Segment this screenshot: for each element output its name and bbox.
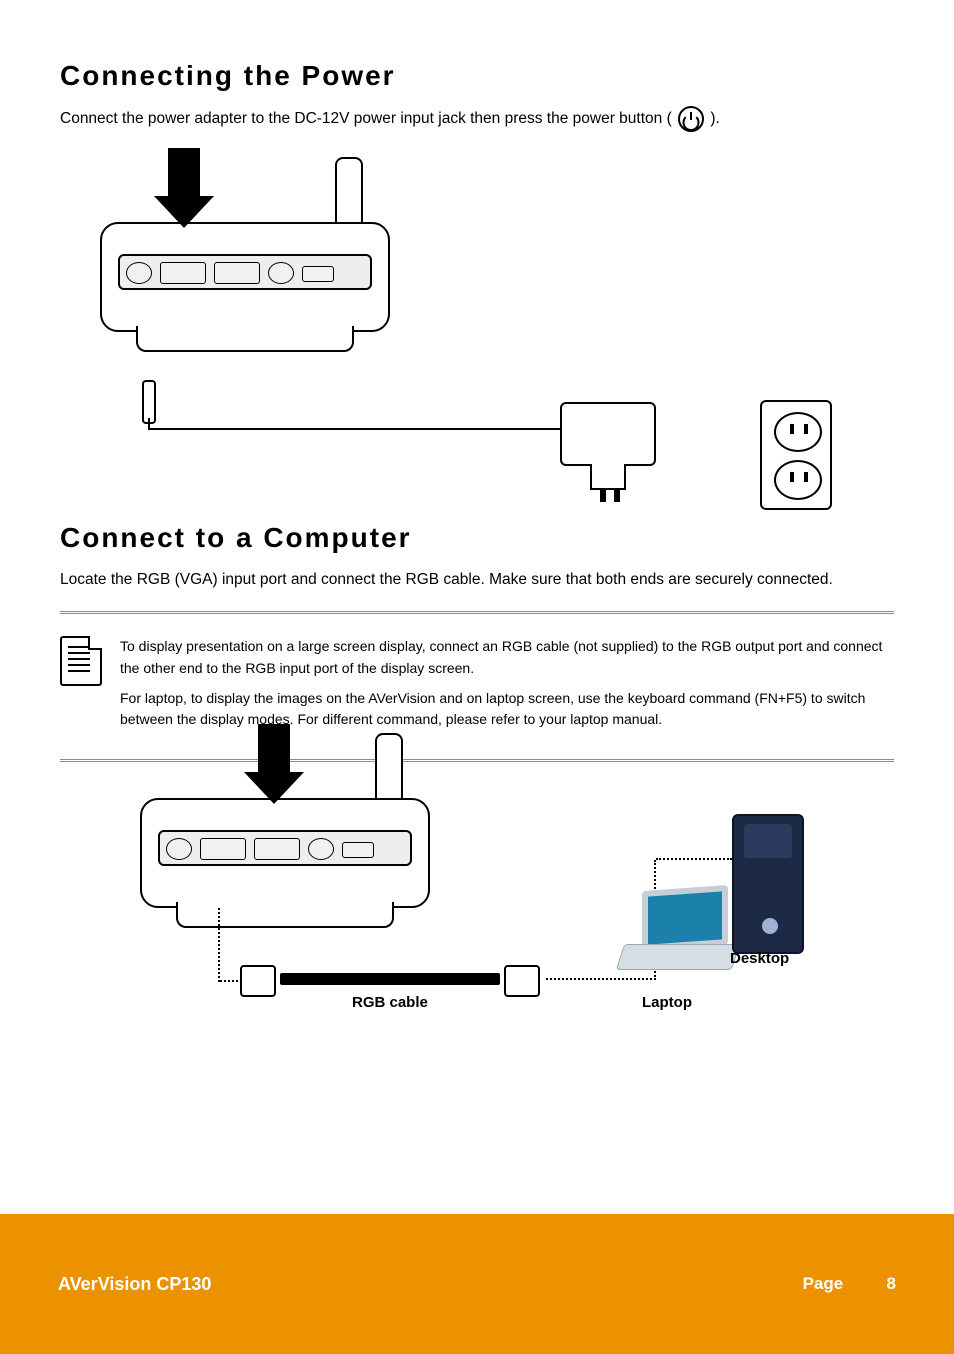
page-footer: AVerVision CP130 Page 8 [0, 1214, 954, 1354]
note-divider-bottom [60, 759, 894, 762]
footer-product-name: AVerVision CP130 [58, 1274, 803, 1295]
power-icon [678, 106, 704, 132]
power-instruction: Connect the power adapter to the DC-12V … [60, 106, 894, 132]
wall-outlet [760, 400, 832, 510]
note-page-icon [60, 636, 102, 686]
instr-text-before: Connect the power adapter to the DC-12V … [60, 110, 672, 127]
dotted-line-to-rgb-in [218, 908, 220, 982]
port-rgb-in-2 [200, 838, 246, 860]
port-dc12v [126, 262, 152, 284]
dotted-line-to-laptop [546, 978, 656, 980]
section-title-power: Connecting the Power [60, 60, 894, 92]
device-illustration-2 [140, 798, 430, 908]
desktop-illustration [732, 814, 804, 954]
note-block: To display presentation on a large scree… [60, 630, 894, 743]
port-composite-2 [308, 838, 334, 860]
figure-computer-connection: RGB cable Laptop Desktop [60, 778, 894, 1038]
port-rgb-out-2 [254, 838, 300, 860]
port-rgb-in [160, 262, 206, 284]
laptop-illustration [620, 888, 740, 970]
note-line-1: To display presentation on a large scree… [120, 636, 894, 679]
footer-page-number: 8 [848, 1274, 896, 1294]
section-title-computer: Connect to a Computer [60, 522, 894, 554]
rgb-cable [280, 973, 500, 985]
laptop-label: Laptop [642, 994, 692, 1011]
port-usb-2 [342, 842, 374, 858]
device-illustration [100, 222, 390, 332]
footer-page-label: Page [803, 1274, 844, 1293]
power-cable [148, 428, 620, 430]
instr-text-after: ). [710, 110, 719, 127]
note-divider-top [60, 611, 894, 614]
computer-instruction: Locate the RGB (VGA) input port and conn… [60, 568, 894, 591]
power-adapter [560, 402, 656, 466]
dotted-line-to-desktop [656, 858, 732, 860]
port-rgb-out [214, 262, 260, 284]
figure-power-connection [60, 152, 894, 512]
port-dc12v-2 [166, 838, 192, 860]
pointer-arrow-icon [168, 148, 200, 198]
port-usb [302, 266, 334, 282]
note-line-2: For laptop, to display the images on the… [120, 688, 894, 731]
port-composite [268, 262, 294, 284]
rgb-cable-label: RGB cable [352, 994, 428, 1011]
pointer-arrow-icon-2 [258, 724, 290, 774]
desktop-label: Desktop [730, 950, 789, 967]
